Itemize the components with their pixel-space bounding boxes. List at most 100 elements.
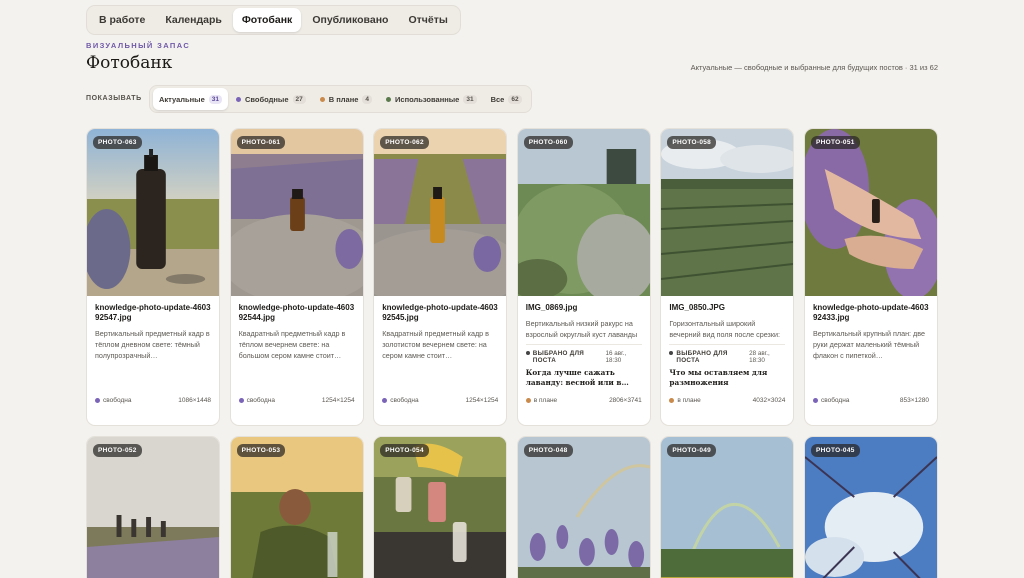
- photo-thumbnail: PHOTO-054: [374, 437, 507, 578]
- post-title-link[interactable]: Когда лучше сажать лаванду: весной или в…: [526, 368, 642, 388]
- status-label: свободна: [820, 397, 850, 404]
- photo-thumbnail: PHOTO-061: [230, 129, 363, 296]
- photo-id-badge: PHOTO-062: [380, 136, 429, 149]
- post-title-link[interactable]: Что мы оставляем для размножения: [669, 368, 785, 388]
- photobank-page: В работе Календарь Фотобанк Опубликовано…: [0, 0, 1024, 578]
- tab-in-progress[interactable]: В работе: [90, 8, 154, 32]
- section-eyebrow: ВИЗУАЛЬНЫЙ ЗАПАС: [86, 41, 191, 50]
- filter-chips: Актуальные 31 Свободные 27 В плане 4 Исп…: [149, 85, 532, 113]
- chip-label: Свободные: [245, 94, 289, 104]
- photo-id-badge: PHOTO-053: [236, 444, 286, 457]
- status-label: свободна: [390, 397, 419, 404]
- filter-label: ПОКАЗЫВАТЬ: [86, 95, 142, 102]
- pin-dot-icon: [669, 351, 674, 355]
- photo-description: Квадратный предметный кадр в золотистом …: [382, 329, 489, 360]
- photo-description: Вертикальный предметный кадр в тёплом дн…: [95, 329, 210, 360]
- photo-description: Квадратный предметный кадр в тёплом вече…: [238, 329, 346, 360]
- status-label: в плане: [533, 397, 558, 404]
- photo-thumbnail: PHOTO-062: [374, 129, 507, 296]
- chip-count: 31: [463, 94, 477, 104]
- photo-filename: knowledge-photo-update-460392433.jpg: [812, 303, 929, 322]
- photo-thumbnail: PHOTO-051: [804, 129, 937, 296]
- photo-meta: в плане 2806×3741: [525, 397, 642, 404]
- photo-meta: свободна 1254×1254: [238, 397, 355, 404]
- scheduled-label-text: ВЫБРАНО ДЛЯ ПОСТА: [532, 350, 585, 364]
- photo-card[interactable]: PHOTO-061 knowledge-photo-update-4603925…: [229, 128, 364, 426]
- status-dot-icon: [236, 96, 241, 102]
- filter-summary: Актуальные — свободные и выбранные для б…: [690, 63, 938, 72]
- photo-card[interactable]: PHOTO-049: [660, 436, 795, 578]
- chip-label: Актуальные: [159, 94, 205, 104]
- status-label: свободна: [103, 397, 132, 404]
- photo-card[interactable]: PHOTO-062 knowledge-photo-update-4603925…: [373, 128, 508, 426]
- photo-dimensions: 1254×1254: [321, 397, 355, 404]
- photo-id-badge: PHOTO-060: [523, 136, 573, 149]
- status-dot-icon: [319, 96, 325, 102]
- status-badge: в плане: [525, 397, 558, 404]
- status-badge: свободна: [95, 397, 131, 404]
- photo-card[interactable]: PHOTO-045: [803, 436, 938, 578]
- status-badge: в плане: [669, 397, 701, 404]
- scheduled-label: ВЫБРАНО ДЛЯ ПОСТА: [669, 350, 749, 364]
- photo-id-badge: PHOTO-045: [810, 444, 860, 457]
- tab-reports[interactable]: Отчёты: [399, 8, 456, 32]
- photo-thumbnail: PHOTO-053: [230, 437, 363, 578]
- status-label: свободна: [246, 397, 276, 404]
- photo-dimensions: 1086×1448: [178, 397, 211, 404]
- page-title: Фотобанк: [86, 53, 173, 73]
- photo-card[interactable]: PHOTO-060 IMG_0869.jpg Вертикальный низк…: [516, 128, 651, 426]
- photo-description: Вертикальный крупный план: две руки держ…: [812, 329, 925, 360]
- status-badge: свободна: [382, 397, 419, 404]
- scheduled-post: ВЫБРАНО ДЛЯ ПОСТА 16 авг., 18:30: [525, 344, 642, 364]
- photo-thumbnail: PHOTO-063: [87, 129, 219, 296]
- filter-chip-used[interactable]: Использованные 31: [380, 88, 483, 110]
- photo-card[interactable]: PHOTO-052: [86, 436, 220, 578]
- photo-card[interactable]: PHOTO-058 IMG_0850.JPG Горизонтальный ши…: [660, 128, 795, 426]
- filter-chip-actual[interactable]: Актуальные 31: [153, 88, 228, 110]
- photo-dimensions: 4032×3024: [752, 397, 786, 404]
- photo-thumbnail: PHOTO-049: [661, 437, 794, 578]
- photo-filename: knowledge-photo-update-460392547.jpg: [95, 303, 211, 322]
- chip-label: В плане: [328, 94, 359, 104]
- chip-label: Использованные: [395, 94, 460, 104]
- chip-count: 31: [208, 94, 222, 104]
- photo-id-badge: PHOTO-049: [667, 444, 717, 457]
- photo-id-badge: PHOTO-063: [93, 136, 142, 149]
- tab-published[interactable]: Опубликовано: [303, 8, 397, 32]
- photo-meta: свободна 1086×1448: [95, 397, 211, 404]
- photo-filename: IMG_0850.JPG: [669, 303, 725, 312]
- scheduled-label: ВЫБРАНО ДЛЯ ПОСТА: [525, 350, 606, 364]
- photo-card[interactable]: PHOTO-048: [516, 436, 651, 578]
- status-dot-icon: [382, 398, 388, 403]
- scheduled-date: 28 авг., 18:30: [749, 350, 770, 364]
- photo-meta: свободна 1254×1254: [382, 397, 498, 404]
- chip-label: Все: [490, 94, 505, 104]
- pin-dot-icon: [525, 351, 530, 355]
- chip-count: 62: [508, 94, 522, 104]
- chip-count: 27: [292, 94, 306, 104]
- photo-id-badge: PHOTO-058: [667, 136, 717, 149]
- scheduled-label-text: ВЫБРАНО ДЛЯ ПОСТА: [676, 350, 728, 364]
- photo-id-badge: PHOTO-061: [236, 136, 286, 149]
- status-label: в плане: [677, 397, 701, 404]
- status-dot-icon: [238, 398, 244, 403]
- filter-chip-all[interactable]: Все 62: [485, 88, 528, 110]
- photo-id-badge: PHOTO-052: [93, 444, 142, 457]
- photo-grid: PHOTO-063 knowledge-photo-update-4603925…: [86, 128, 938, 578]
- photo-card[interactable]: PHOTO-051 knowledge-photo-update-4603924…: [803, 128, 938, 426]
- photo-filename: IMG_0869.jpg: [525, 303, 578, 312]
- photo-card[interactable]: PHOTO-053: [229, 436, 364, 578]
- photo-filename: knowledge-photo-update-460392545.jpg: [382, 303, 498, 322]
- photo-card[interactable]: PHOTO-063 knowledge-photo-update-4603925…: [86, 128, 220, 426]
- photo-card[interactable]: PHOTO-054: [373, 436, 508, 578]
- filter-chip-free[interactable]: Свободные 27: [230, 88, 312, 110]
- tab-photobank[interactable]: Фотобанк: [232, 8, 302, 32]
- photo-thumbnail: PHOTO-060: [517, 129, 650, 296]
- chip-count: 4: [362, 94, 373, 104]
- status-badge: свободна: [238, 397, 276, 404]
- photo-dimensions: 2806×3741: [609, 397, 642, 404]
- status-dot-icon: [812, 398, 818, 403]
- photo-thumbnail: PHOTO-048: [517, 437, 650, 578]
- filter-chip-planned[interactable]: В плане 4: [314, 88, 378, 110]
- tab-calendar[interactable]: Календарь: [156, 8, 230, 32]
